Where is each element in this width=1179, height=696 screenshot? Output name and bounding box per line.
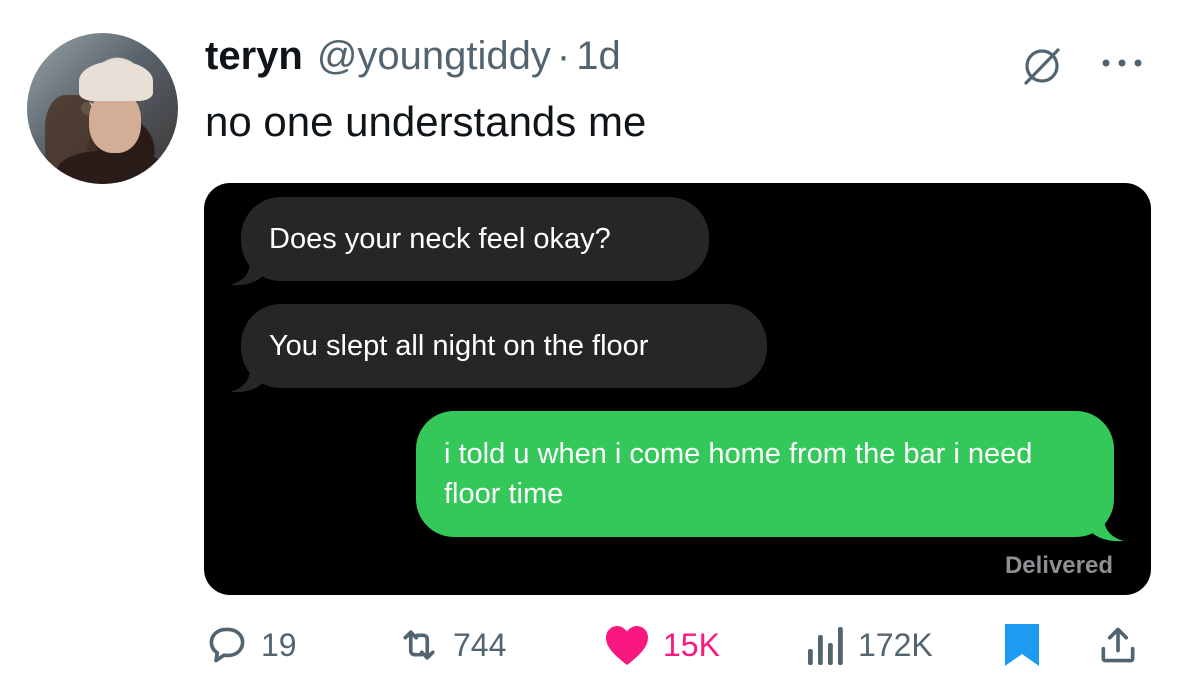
heart-icon xyxy=(606,626,648,665)
avatar-shirt xyxy=(57,151,167,184)
tweet-text: no one understands me xyxy=(205,98,647,145)
views-icon xyxy=(808,627,843,665)
delivery-status: Delivered xyxy=(1004,552,1113,579)
views-button[interactable]: 172K xyxy=(806,610,933,680)
message-incoming: Does your neck feel okay? xyxy=(241,197,709,281)
tweet-time[interactable]: 1d xyxy=(576,34,621,79)
grok-icon[interactable] xyxy=(1020,44,1064,88)
message-text: You slept all night on the floor xyxy=(269,330,649,362)
view-count: 172K xyxy=(858,626,933,663)
user-handle[interactable]: @youngtiddy xyxy=(317,34,551,79)
tweet-header: teryn @youngtiddy · 1d xyxy=(205,34,621,79)
like-count: 15K xyxy=(663,626,720,663)
message-outgoing: i told u when i come home from the bar i… xyxy=(416,411,1114,537)
tweet-actions: 19 744 15K 172K xyxy=(0,610,1179,680)
reply-count: 19 xyxy=(261,626,297,663)
bookmark-icon xyxy=(1005,624,1039,666)
tweet-media-image[interactable]: Does your neck feel okay? You slept all … xyxy=(204,183,1151,595)
message-text: i told u when i come home from the bar i… xyxy=(444,438,1033,510)
share-button[interactable] xyxy=(1096,610,1140,680)
reply-button[interactable]: 19 xyxy=(205,610,297,680)
like-button[interactable]: 15K xyxy=(603,610,720,680)
display-name[interactable]: teryn xyxy=(205,34,303,79)
message-incoming: You slept all night on the floor xyxy=(241,304,767,388)
repost-icon xyxy=(403,630,435,660)
bookmark-button[interactable] xyxy=(1003,610,1041,680)
share-icon xyxy=(1101,627,1135,663)
more-icon[interactable] xyxy=(1097,53,1147,73)
avatar-hat xyxy=(79,61,153,101)
separator-dot: · xyxy=(556,34,571,78)
repost-button[interactable]: 744 xyxy=(397,610,506,680)
repost-count: 744 xyxy=(453,626,507,663)
avatar[interactable] xyxy=(27,33,178,184)
reply-icon xyxy=(209,627,245,663)
message-text: Does your neck feel okay? xyxy=(269,223,611,255)
